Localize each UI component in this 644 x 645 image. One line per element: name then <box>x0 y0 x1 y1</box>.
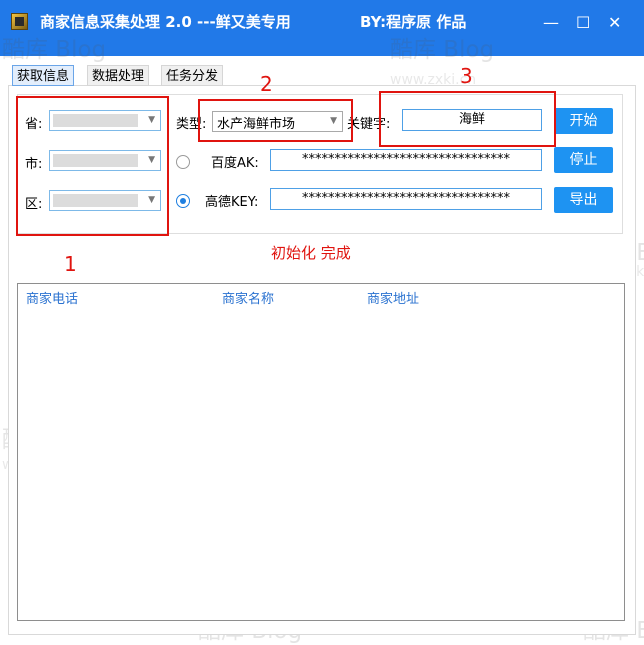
baidu-radio[interactable] <box>176 155 190 169</box>
tab-task-distribution[interactable]: 任务分发 <box>161 65 224 86</box>
minimize-button[interactable]: — <box>543 13 559 32</box>
window-byline: BY:程序原 作品 <box>360 13 467 31</box>
baidu-ak-label: 百度AK: <box>211 156 259 171</box>
gaode-key-label: 高德KEY: <box>205 195 259 210</box>
status-text: 初始化 完成 <box>271 244 351 262</box>
app-icon <box>11 13 28 30</box>
start-button[interactable]: 开始 <box>554 108 613 134</box>
annotation-box-1 <box>16 96 169 236</box>
column-header-phone[interactable]: 商家电话 <box>26 288 78 307</box>
window-title: 商家信息采集处理 2.0 ---鲜又美专用 <box>40 13 291 31</box>
gaode-radio[interactable] <box>176 194 190 208</box>
annotation-number-1: 1 <box>64 252 77 276</box>
annotation-box-2 <box>198 99 353 142</box>
close-button[interactable]: ✕ <box>608 13 621 32</box>
annotation-number-3: 3 <box>460 64 473 88</box>
watermark-logo: 酷库 Blog <box>2 37 107 63</box>
baidu-ak-input[interactable]: ******************************** <box>270 149 542 171</box>
column-header-name[interactable]: 商家名称 <box>222 288 274 307</box>
stop-button[interactable]: 停止 <box>554 147 613 173</box>
tab-get-info[interactable]: 获取信息 <box>12 65 75 86</box>
results-table[interactable] <box>17 283 625 621</box>
tab-data-processing[interactable]: 数据处理 <box>87 65 150 86</box>
export-button[interactable]: 导出 <box>554 187 613 213</box>
annotation-number-2: 2 <box>260 72 273 96</box>
annotation-box-3 <box>379 91 556 147</box>
maximize-button[interactable]: ☐ <box>576 13 590 32</box>
column-header-address[interactable]: 商家地址 <box>367 288 419 307</box>
watermark-logo: 酷库 Blog <box>390 37 495 63</box>
gaode-key-input[interactable]: ******************************** <box>270 188 542 210</box>
